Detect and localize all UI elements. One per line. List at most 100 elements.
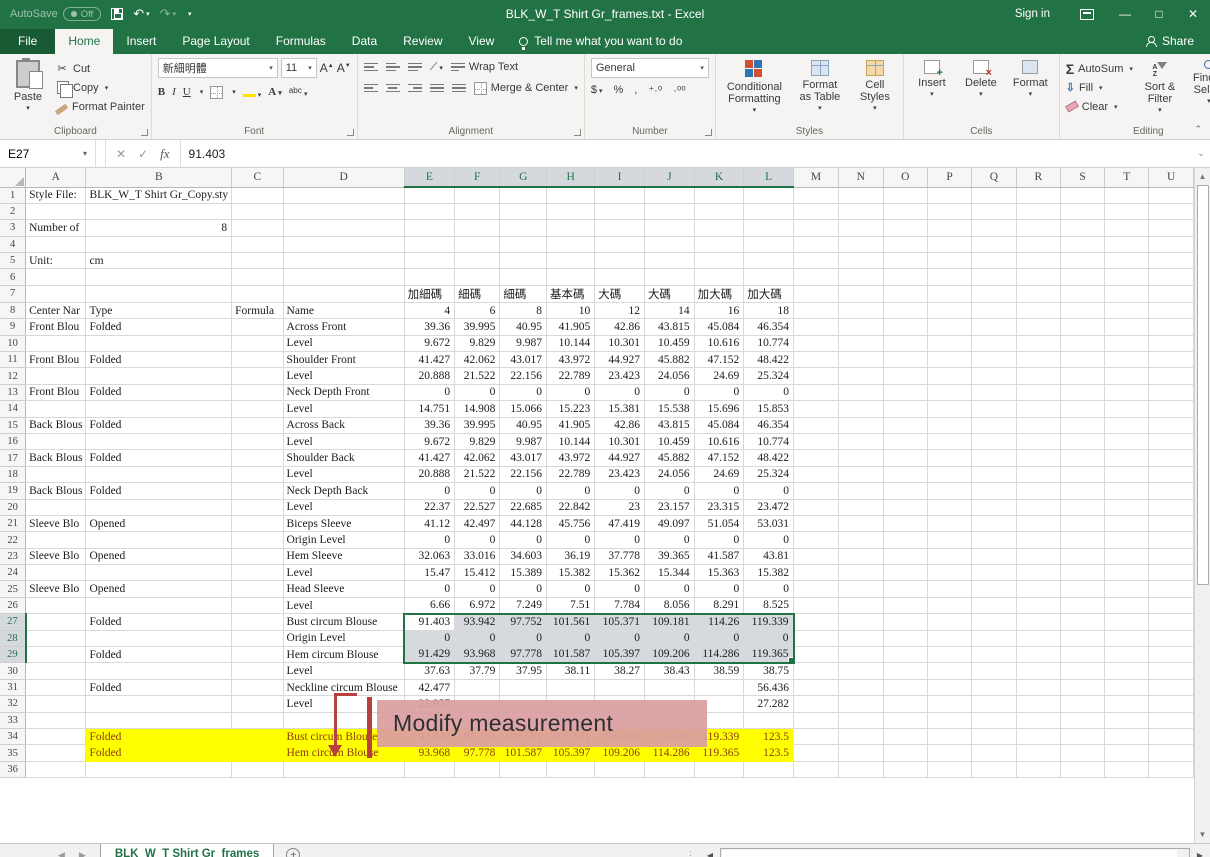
cell-M3[interactable] [794, 220, 839, 236]
cell-T18[interactable] [1105, 466, 1149, 482]
cell-N20[interactable] [839, 499, 884, 515]
cell-C7[interactable] [232, 285, 283, 302]
cell-Q27[interactable] [972, 614, 1017, 630]
cell-L20[interactable]: 23.472 [744, 499, 794, 515]
cell-S34[interactable] [1061, 729, 1105, 745]
cell-G19[interactable]: 0 [500, 483, 547, 499]
name-box[interactable]: E27▾ [0, 140, 96, 167]
cell-P18[interactable] [928, 466, 972, 482]
cell-N25[interactable] [839, 581, 884, 597]
cell-P3[interactable] [928, 220, 972, 236]
cell-L7[interactable]: 加大碼 [744, 285, 794, 302]
cell-J2[interactable] [644, 203, 694, 219]
cell-J25[interactable]: 0 [644, 581, 694, 597]
row-header-21[interactable]: 21 [0, 515, 26, 531]
cell-G25[interactable]: 0 [500, 581, 547, 597]
cell-D20[interactable]: Level [283, 499, 404, 515]
cell-R7[interactable] [1016, 285, 1060, 302]
sheet-tab-active[interactable]: BLK_W_T Shirt Gr_frames [100, 844, 274, 857]
row-header-11[interactable]: 11 [0, 352, 26, 368]
cell-H21[interactable]: 45.756 [547, 515, 595, 531]
cell-E4[interactable] [404, 236, 454, 252]
cell-S36[interactable] [1061, 761, 1105, 777]
cell-Q3[interactable] [972, 220, 1017, 236]
cell-F1[interactable] [455, 187, 500, 203]
cell-P4[interactable] [928, 236, 972, 252]
cell-Q24[interactable] [972, 565, 1017, 581]
cell-L29[interactable]: 119.365 [744, 647, 794, 663]
cell-N26[interactable] [839, 597, 884, 613]
cell-H20[interactable]: 22.842 [547, 499, 595, 515]
conditional-formatting-button[interactable]: Conditional Formatting▾ [722, 58, 787, 119]
cell-O33[interactable] [883, 712, 928, 728]
cell-E29[interactable]: 91.429 [404, 647, 454, 663]
cell-A2[interactable] [26, 203, 86, 219]
cell-C19[interactable] [232, 483, 283, 499]
cell-J3[interactable] [644, 220, 694, 236]
column-header-G[interactable]: G [500, 168, 547, 187]
cell-K5[interactable] [694, 253, 744, 269]
cell-U34[interactable] [1149, 729, 1194, 745]
cell-D11[interactable]: Shoulder Front [283, 352, 404, 368]
cell-O8[interactable] [883, 302, 928, 318]
column-header-O[interactable]: O [883, 168, 928, 187]
cell-R6[interactable] [1016, 269, 1060, 285]
cell-C4[interactable] [232, 236, 283, 252]
cell-D25[interactable]: Head Sleeve [283, 581, 404, 597]
cell-J10[interactable]: 10.459 [644, 335, 694, 351]
cell-G16[interactable]: 9.987 [500, 433, 547, 449]
row-header-10[interactable]: 10 [0, 335, 26, 351]
cell-D1[interactable] [283, 187, 404, 203]
cell-H27[interactable]: 101.561 [547, 614, 595, 630]
cell-G32[interactable] [500, 696, 547, 712]
cell-D24[interactable]: Level [283, 565, 404, 581]
cell-O3[interactable] [883, 220, 928, 236]
row-header-32[interactable]: 32 [0, 696, 26, 712]
cell-K17[interactable]: 47.152 [694, 450, 744, 466]
cell-L14[interactable]: 15.853 [744, 401, 794, 417]
cell-E25[interactable]: 0 [404, 581, 454, 597]
middle-align-icon[interactable] [386, 63, 400, 72]
cell-S22[interactable] [1061, 532, 1105, 548]
cell-B20[interactable] [86, 499, 232, 515]
cell-A35[interactable] [26, 745, 86, 761]
row-header-2[interactable]: 2 [0, 203, 26, 219]
cell-R15[interactable] [1016, 417, 1060, 433]
cell-H35[interactable]: 105.397 [547, 745, 595, 761]
cell-P31[interactable] [928, 679, 972, 695]
cell-B9[interactable]: Folded [86, 319, 232, 335]
cell-K6[interactable] [694, 269, 744, 285]
cell-D9[interactable]: Across Front [283, 319, 404, 335]
cell-H6[interactable] [547, 269, 595, 285]
cell-C36[interactable] [232, 761, 283, 777]
cell-T27[interactable] [1105, 614, 1149, 630]
cell-G10[interactable]: 9.987 [500, 335, 547, 351]
cell-F4[interactable] [455, 236, 500, 252]
cell-D7[interactable] [283, 285, 404, 302]
row-header-15[interactable]: 15 [0, 417, 26, 433]
cell-C23[interactable] [232, 548, 283, 564]
cell-B12[interactable] [86, 368, 232, 384]
cell-G21[interactable]: 44.128 [500, 515, 547, 531]
cell-B5[interactable]: cm [86, 253, 232, 269]
italic-button[interactable]: I [172, 86, 176, 98]
cell-T12[interactable] [1105, 368, 1149, 384]
cell-N14[interactable] [839, 401, 884, 417]
cell-I7[interactable]: 大碼 [595, 285, 645, 302]
cell-I5[interactable] [595, 253, 645, 269]
column-header-K[interactable]: K [694, 168, 744, 187]
comma-format-button[interactable]: , [634, 84, 637, 96]
cell-R1[interactable] [1016, 187, 1060, 203]
cell-K32[interactable] [694, 696, 744, 712]
cell-D21[interactable]: Biceps Sleeve [283, 515, 404, 531]
vertical-scroll-thumb[interactable] [1197, 185, 1209, 585]
format-painter-button[interactable]: Format Painter [55, 98, 145, 115]
cell-G1[interactable] [500, 187, 547, 203]
cell-L30[interactable]: 38.75 [744, 663, 794, 679]
cell-E20[interactable]: 22.37 [404, 499, 454, 515]
delete-cells-button[interactable]: Delete▾ [959, 58, 1003, 103]
format-as-table-button[interactable]: Format as Table▾ [792, 58, 848, 117]
cell-L6[interactable] [744, 269, 794, 285]
cell-T2[interactable] [1105, 203, 1149, 219]
cell-E26[interactable]: 6.66 [404, 597, 454, 613]
